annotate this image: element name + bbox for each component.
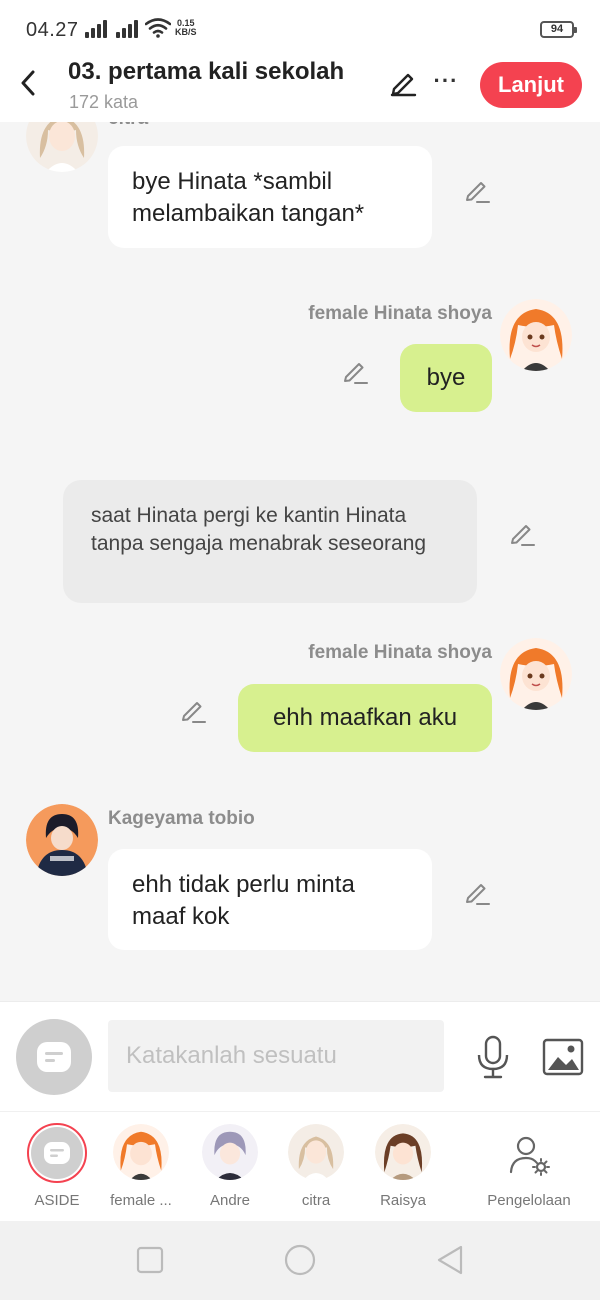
character-item-aside[interactable]: ASIDE xyxy=(12,1123,102,1214)
avatar xyxy=(202,1124,258,1180)
character-label: citra xyxy=(301,1192,331,1209)
avatar-hinata[interactable] xyxy=(500,299,572,371)
character-label: ASIDE xyxy=(34,1192,80,1209)
composer-bar xyxy=(0,1001,600,1111)
message-bubble[interactable]: ehh tidak perlu minta maaf kok xyxy=(108,849,432,950)
sender-name: female Hinata shoya xyxy=(308,642,492,663)
message-input[interactable] xyxy=(108,1020,444,1092)
narration-bubble[interactable]: saat Hinata pergi ke kantin Hinata tanpa… xyxy=(63,480,477,603)
avatar-hinata[interactable] xyxy=(500,638,572,710)
system-nav-bar xyxy=(0,1221,600,1300)
story-header: 03. pertama kali sekolah 172 kata ··· La… xyxy=(0,56,600,122)
sender-name: Kageyama tobio xyxy=(108,808,255,829)
edit-message-icon[interactable] xyxy=(463,176,491,204)
sender-name: female Hinata shoya xyxy=(308,303,492,324)
edit-message-icon[interactable] xyxy=(341,357,369,385)
status-time: 04.27 xyxy=(26,19,79,41)
edit-title-button[interactable] xyxy=(389,69,417,97)
recent-apps-icon[interactable] xyxy=(133,1243,167,1277)
avatar-citra[interactable] xyxy=(26,122,98,172)
next-button[interactable]: Lanjut xyxy=(480,62,582,108)
word-count: 172 kata xyxy=(69,92,139,112)
avatar-kageyama[interactable] xyxy=(26,804,98,876)
aside-chat-icon xyxy=(37,1042,71,1072)
signal-icon xyxy=(85,20,111,38)
character-item-andre[interactable]: Andre xyxy=(185,1124,275,1214)
message-bubble[interactable]: bye Hinata *sambil melambaikan tangan* xyxy=(108,146,432,248)
character-item-raisya[interactable]: Raisya xyxy=(358,1124,448,1214)
aside-toggle-button[interactable] xyxy=(16,1019,92,1095)
character-item-hinata[interactable]: female ... xyxy=(96,1124,186,1214)
wifi-icon xyxy=(145,18,171,38)
home-icon[interactable] xyxy=(283,1243,317,1277)
back-arrow-icon xyxy=(21,70,35,96)
more-options-button[interactable]: ··· xyxy=(432,70,460,98)
avatar xyxy=(375,1124,431,1180)
character-label: Pengelolaan xyxy=(487,1192,571,1209)
edit-message-icon[interactable] xyxy=(463,878,491,906)
character-bar: ASIDE female ... Andre citra Raisya Peng… xyxy=(0,1111,600,1221)
status-bar: 04.27 0.15 KB/S 94 xyxy=(0,0,600,56)
sender-name: citra xyxy=(108,122,148,130)
signal-icon xyxy=(116,20,142,38)
network-speed-unit: KB/S xyxy=(175,27,197,37)
character-label: female ... xyxy=(110,1192,172,1209)
image-icon[interactable] xyxy=(542,1038,584,1076)
message-bubble[interactable]: bye xyxy=(400,344,492,412)
aside-chat-icon xyxy=(44,1142,70,1164)
battery-icon: 94 xyxy=(540,21,577,38)
aside-avatar xyxy=(27,1123,87,1183)
microphone-icon[interactable] xyxy=(474,1035,512,1079)
chat-area[interactable]: citra bye Hinata *sambil melambaikan tan… xyxy=(0,122,600,1000)
edit-message-icon[interactable] xyxy=(508,519,536,547)
character-item-citra[interactable]: citra xyxy=(271,1124,361,1214)
network-speed: 0.15 KB/S xyxy=(175,19,197,37)
page-title: 03. pertama kali sekolah xyxy=(68,58,345,85)
back-nav-icon[interactable] xyxy=(433,1243,467,1277)
avatar xyxy=(113,1124,169,1180)
edit-message-icon[interactable] xyxy=(179,696,207,724)
message-bubble[interactable]: ehh maafkan aku xyxy=(238,684,492,752)
manage-characters-button[interactable]: Pengelolaan xyxy=(484,1124,574,1214)
character-label: Raisya xyxy=(380,1192,426,1209)
user-settings-icon xyxy=(509,1136,550,1176)
back-button[interactable] xyxy=(14,68,42,98)
character-label: Andre xyxy=(209,1192,251,1209)
avatar xyxy=(288,1124,344,1180)
